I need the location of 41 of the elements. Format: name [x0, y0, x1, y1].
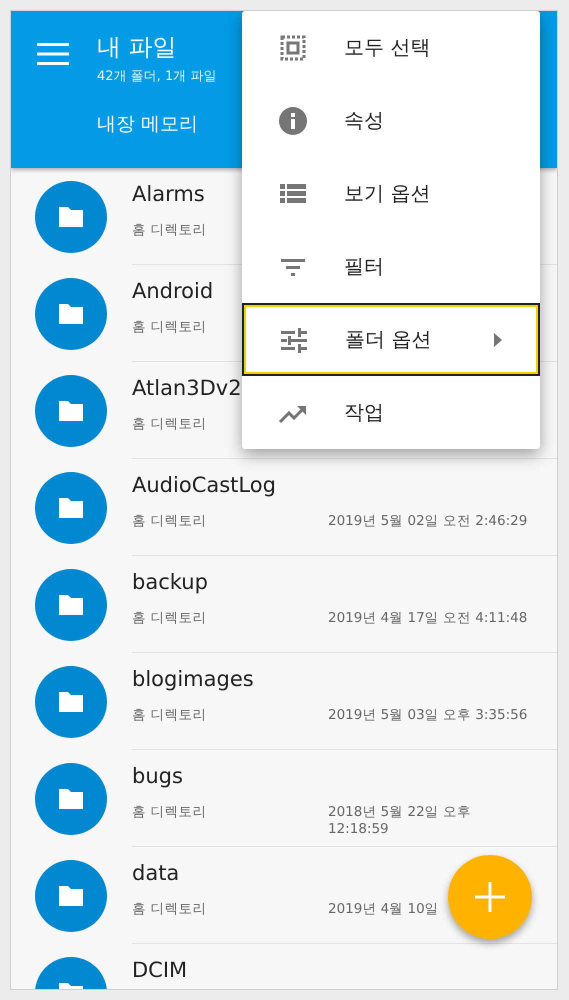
menu-item[interactable]: 보기 옵션 [242, 157, 540, 230]
file-location: 홈 디렉토리 [132, 221, 208, 240]
menu-item[interactable]: 필터 [242, 230, 540, 303]
menu-icon[interactable] [37, 43, 69, 65]
file-location: 홈 디렉토리 [132, 900, 208, 918]
modified-date: 2019년 5월 03일 오후 3:35:56 [328, 706, 528, 724]
folder-icon [57, 302, 85, 326]
modified-date: 2019년 4월 17일 오전 4:11:48 [328, 609, 528, 628]
file-name[interactable]: bugs [132, 764, 533, 790]
app-title: 내 파일 [97, 32, 178, 63]
folder-icon [57, 204, 85, 228]
folder-icon [57, 786, 85, 810]
submenu-arrow-icon [493, 332, 503, 346]
file-name[interactable]: blogimages [132, 667, 533, 692]
info-icon [278, 106, 308, 136]
folder-icon [57, 884, 85, 908]
folder-icon [57, 398, 85, 422]
file-name[interactable]: backup [132, 570, 533, 596]
menu-item[interactable]: 속성 [242, 84, 540, 157]
file-name[interactable]: DCIM [132, 958, 533, 984]
file-location: 홈 디렉토리 [132, 415, 208, 434]
file-location: 홈 디렉토리 [132, 318, 208, 336]
modified-date: 2019년 4월 10일 [328, 900, 440, 918]
menu-item[interactable]: 작업 [242, 376, 540, 449]
modified-date: 2019년 5월 02일 오전 2:46:29 [328, 512, 528, 530]
file-location: 홈 디렉토리 [132, 803, 208, 822]
file-name[interactable]: data [132, 861, 533, 886]
folder-count: 42개 폴더, 1개 파일 [97, 68, 216, 85]
folder-icon [57, 496, 85, 520]
menu-item[interactable]: 폴더 옵션 [242, 303, 540, 376]
file-location: 홈 디렉토리 [132, 512, 208, 530]
file-location: 홈 디렉토리 [132, 609, 208, 628]
folder-icon [57, 690, 85, 714]
file-location: 홈 디렉토리 [132, 706, 208, 724]
menu-item[interactable]: 모두 선택 [242, 11, 540, 84]
file-name[interactable]: AudioCastLog [132, 473, 533, 498]
add-button[interactable] [448, 855, 532, 939]
modified-date: 2018년 5월 22일 오후 12:18:59 [328, 803, 472, 838]
plus-icon [475, 882, 505, 912]
select-all-icon [278, 32, 308, 62]
folder-icon [57, 592, 85, 616]
